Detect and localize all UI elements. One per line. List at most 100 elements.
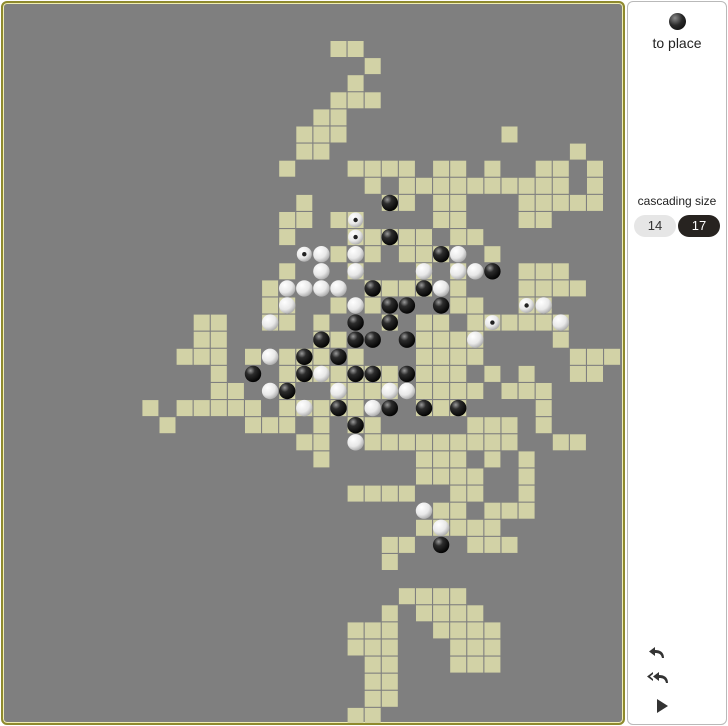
white-stone[interactable] (330, 280, 347, 297)
white-stone[interactable] (330, 382, 347, 400)
board-cell[interactable] (330, 331, 347, 348)
board-cell[interactable] (313, 126, 330, 143)
board-cell[interactable] (569, 348, 586, 365)
board-cell[interactable] (484, 451, 501, 468)
board-cell[interactable] (450, 160, 467, 177)
board-cell[interactable] (347, 160, 364, 177)
board-cell[interactable] (518, 485, 535, 502)
board-cell[interactable] (552, 194, 569, 211)
board-cell[interactable] (467, 605, 484, 622)
board-cell[interactable] (193, 400, 210, 417)
board-cell[interactable] (416, 331, 432, 348)
game-board[interactable] (1, 1, 625, 725)
board-cell[interactable] (501, 177, 518, 194)
board-cell[interactable] (552, 331, 569, 348)
black-stone[interactable] (364, 365, 381, 383)
board-cell[interactable] (484, 622, 501, 639)
board-cell[interactable] (587, 365, 603, 382)
board-cell[interactable] (398, 536, 415, 553)
board-cell[interactable] (364, 417, 381, 434)
white-stone[interactable] (347, 263, 364, 280)
board-cell[interactable] (347, 92, 364, 109)
board-cell[interactable] (381, 280, 398, 297)
board-cell[interactable] (347, 383, 364, 399)
board-cell[interactable] (313, 417, 330, 434)
board-cell[interactable] (398, 588, 415, 605)
board-cell[interactable] (398, 229, 415, 246)
board-cell[interactable] (467, 434, 484, 451)
white-stone[interactable] (535, 297, 552, 314)
board-cell[interactable] (227, 383, 244, 399)
board-cell[interactable] (416, 468, 432, 485)
board-cell[interactable] (587, 348, 603, 365)
board-cell[interactable] (193, 331, 210, 348)
white-stone[interactable] (415, 502, 433, 519)
board-cell[interactable] (176, 400, 193, 417)
board-cell[interactable] (364, 246, 381, 263)
board-cell[interactable] (535, 314, 552, 331)
board-cell[interactable] (587, 160, 603, 177)
board-cell[interactable] (347, 400, 364, 417)
board-cell[interactable] (313, 451, 330, 468)
board-cell[interactable] (552, 160, 569, 177)
board-cell[interactable] (433, 212, 450, 228)
board-cell[interactable] (450, 588, 467, 605)
board-cell[interactable] (450, 177, 467, 194)
board-cell[interactable] (484, 502, 501, 519)
board-cell[interactable] (330, 365, 347, 382)
board-cell[interactable] (279, 417, 296, 434)
board-cell[interactable] (330, 92, 347, 109)
board-cell[interactable] (518, 314, 535, 331)
white-stone[interactable] (347, 297, 364, 314)
white-stone[interactable] (261, 382, 279, 400)
board-cell[interactable] (364, 297, 381, 314)
black-stone[interactable] (381, 314, 398, 331)
white-stone[interactable] (313, 365, 330, 383)
board-cell[interactable] (313, 434, 330, 451)
board-cell[interactable] (518, 468, 535, 485)
board-cell[interactable] (364, 92, 381, 109)
board-cell[interactable] (193, 314, 210, 331)
board-cell[interactable] (330, 246, 347, 263)
board-cell[interactable] (347, 348, 364, 365)
black-stone[interactable] (432, 246, 450, 263)
size-option-14[interactable]: 14 (634, 215, 676, 237)
board-cell[interactable] (467, 468, 484, 485)
board-cell[interactable] (245, 348, 261, 365)
board-cell[interactable] (364, 656, 381, 673)
board-cell[interactable] (518, 502, 535, 519)
board-grid[interactable] (3, 3, 623, 723)
black-stone[interactable] (381, 399, 398, 417)
board-cell[interactable] (604, 348, 621, 365)
black-stone[interactable] (398, 365, 416, 383)
black-stone[interactable] (330, 399, 347, 417)
board-cell[interactable] (501, 314, 518, 331)
board-cell[interactable] (450, 451, 467, 468)
board-cell[interactable] (433, 348, 450, 365)
board-cell[interactable] (193, 348, 210, 365)
board-cell[interactable] (364, 434, 381, 451)
white-stone[interactable] (552, 314, 569, 331)
black-stone[interactable] (313, 331, 330, 348)
board-cell[interactable] (467, 536, 484, 553)
white-stone[interactable] (415, 263, 433, 280)
board-cell[interactable] (535, 263, 552, 280)
board-cell[interactable] (587, 194, 603, 211)
white-stone[interactable] (296, 399, 313, 417)
board-cell[interactable] (484, 434, 501, 451)
board-cell[interactable] (416, 451, 432, 468)
board-cell[interactable] (142, 400, 159, 417)
board-cell[interactable] (518, 263, 535, 280)
board-cell[interactable] (450, 365, 467, 382)
board-cell[interactable] (416, 434, 432, 451)
board-cell[interactable] (279, 400, 296, 417)
board-cell[interactable] (433, 434, 450, 451)
board-cell[interactable] (381, 554, 398, 570)
white-stone[interactable] (432, 519, 450, 536)
board-cell[interactable] (450, 605, 467, 622)
board-cell[interactable] (262, 297, 279, 314)
undo-button[interactable] (644, 641, 674, 663)
board-cell[interactable] (210, 314, 227, 331)
board-cell[interactable] (398, 485, 415, 502)
board-cell[interactable] (330, 41, 347, 57)
